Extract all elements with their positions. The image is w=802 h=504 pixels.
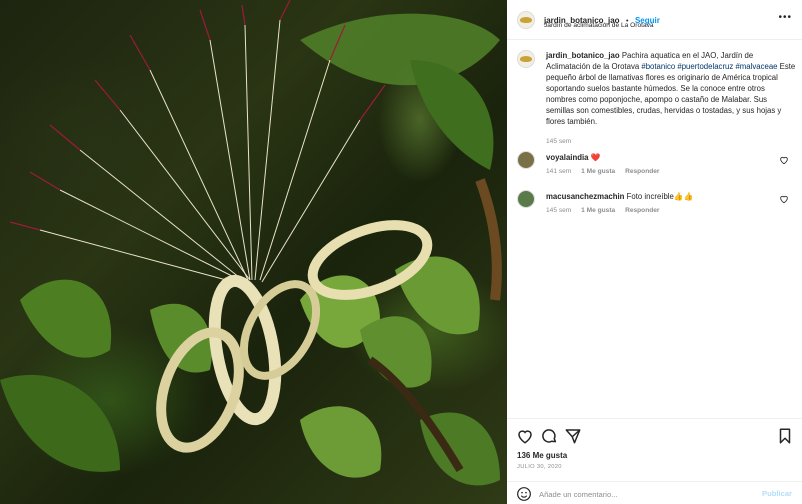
comment-username[interactable]: macusanchezmachin bbox=[546, 192, 624, 201]
hashtag-malvaceae[interactable]: #malvaceae bbox=[735, 62, 777, 71]
comment-meta: 141 sem 1 Me gusta Responder bbox=[546, 168, 668, 175]
comments-list: jardin_botanico_jao Pachira aquatica en … bbox=[507, 40, 802, 418]
comment-likes[interactable]: 1 Me gusta bbox=[581, 168, 615, 175]
like-comment-icon[interactable] bbox=[779, 155, 789, 165]
comment-likes[interactable]: 1 Me gusta bbox=[581, 207, 615, 214]
reply-button[interactable]: Responder bbox=[625, 168, 659, 175]
comment-body: macusanchezmachin Foto increíble👍👍 bbox=[546, 191, 796, 202]
post-photo[interactable] bbox=[0, 0, 507, 504]
bookmark-icon[interactable] bbox=[776, 427, 794, 445]
send-icon[interactable] bbox=[564, 427, 582, 445]
comment-time[interactable]: 141 sem bbox=[546, 168, 571, 175]
caption-body: jardin_botanico_jao Pachira aquatica en … bbox=[546, 50, 796, 127]
post-actions: 136 Me gusta JULIO 30, 2020 Publicar bbox=[507, 418, 802, 504]
add-comment-row: Publicar bbox=[507, 481, 802, 504]
caption-avatar[interactable] bbox=[517, 50, 535, 68]
comment-text: Foto increíble👍👍 bbox=[626, 192, 694, 201]
comment-meta: 145 sem 1 Me gusta Responder bbox=[546, 207, 668, 214]
hashtag-botanico[interactable]: #botanico bbox=[641, 62, 675, 71]
comment-time[interactable]: 145 sem bbox=[546, 207, 571, 214]
publish-button[interactable]: Publicar bbox=[762, 489, 792, 498]
post-date[interactable]: JULIO 30, 2020 bbox=[517, 464, 562, 470]
likes-count[interactable]: 136 Me gusta bbox=[517, 451, 567, 460]
heart-icon[interactable] bbox=[516, 427, 534, 445]
comment-item: voyalaindia ❤️ 141 sem 1 Me gusta Respon… bbox=[517, 151, 789, 179]
pachira-flower-image bbox=[0, 0, 502, 486]
caption-time[interactable]: 145 sem bbox=[546, 138, 571, 145]
author-avatar[interactable] bbox=[517, 11, 535, 29]
more-icon[interactable]: ••• bbox=[778, 12, 792, 23]
comment-text: ❤️ bbox=[590, 153, 601, 162]
caption: jardin_botanico_jao Pachira aquatica en … bbox=[517, 50, 795, 150]
caption-text-2: Este pequeño árbol de llamativas flores … bbox=[546, 62, 796, 126]
reply-button[interactable]: Responder bbox=[625, 207, 659, 214]
comment-body: voyalaindia ❤️ bbox=[546, 152, 796, 163]
caption-username[interactable]: jardin_botanico_jao bbox=[546, 51, 620, 60]
comment-input[interactable] bbox=[539, 487, 749, 501]
post-location[interactable]: Jardín de aclimatación de La Orotava bbox=[544, 22, 654, 29]
emoji-icon[interactable] bbox=[516, 486, 532, 502]
post-side-panel: jardin_botanico_jao • Seguir Jardín de a… bbox=[507, 0, 802, 504]
like-comment-icon[interactable] bbox=[779, 194, 789, 204]
hashtag-puertodelacruz[interactable]: #puertodelacruz bbox=[677, 62, 733, 71]
comment-icon[interactable] bbox=[540, 427, 558, 445]
comment-username[interactable]: voyalaindia bbox=[546, 153, 588, 162]
post-header: jardin_botanico_jao • Seguir Jardín de a… bbox=[507, 0, 802, 40]
comment-avatar[interactable] bbox=[517, 190, 535, 208]
comment-item: macusanchezmachin Foto increíble👍👍 145 s… bbox=[517, 190, 789, 218]
comment-avatar[interactable] bbox=[517, 151, 535, 169]
caption-meta: 145 sem bbox=[546, 138, 579, 145]
